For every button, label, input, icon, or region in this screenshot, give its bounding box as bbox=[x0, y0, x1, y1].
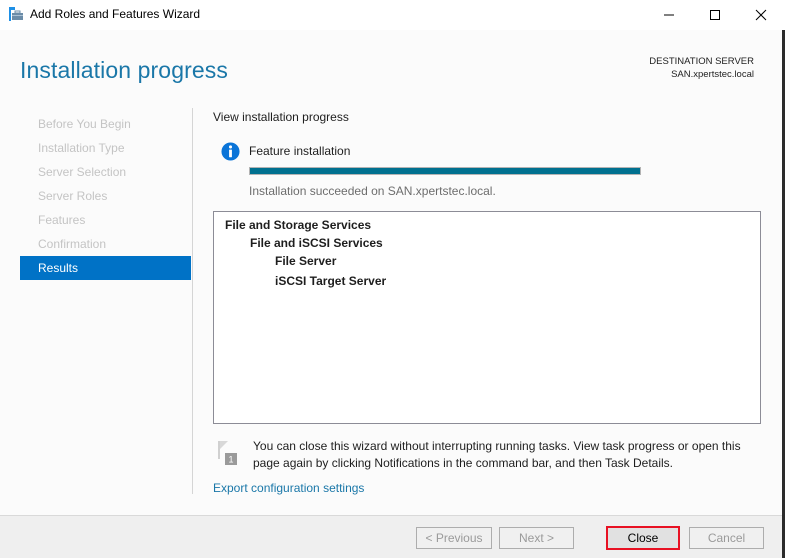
result-item: iSCSI Target Server bbox=[275, 274, 387, 288]
close-window-button[interactable] bbox=[738, 0, 784, 30]
nav-step-server-selection[interactable]: Server Selection bbox=[20, 160, 191, 184]
results-list: File and Storage Services File and iSCSI… bbox=[213, 211, 761, 424]
nav-step-installation-type[interactable]: Installation Type bbox=[20, 136, 191, 160]
wizard-footer: < Previous Next > Close Cancel bbox=[0, 515, 785, 558]
server-manager-icon bbox=[9, 7, 23, 21]
notice-text: You can close this wizard without interr… bbox=[253, 439, 741, 470]
page-title: Installation progress bbox=[20, 57, 228, 83]
minimize-button[interactable] bbox=[646, 0, 692, 30]
nav-step-confirmation[interactable]: Confirmation bbox=[20, 232, 191, 256]
nav-divider bbox=[192, 108, 193, 494]
nav-step-before-you-begin[interactable]: Before You Begin bbox=[20, 112, 191, 136]
wizard-steps-nav: Before You Begin Installation Type Serve… bbox=[20, 112, 191, 280]
window-title: Add Roles and Features Wizard bbox=[30, 7, 201, 21]
cancel-button[interactable]: Cancel bbox=[689, 527, 764, 549]
notification-flag-icon: 1 bbox=[218, 441, 237, 465]
installation-progress-bar bbox=[249, 167, 641, 175]
result-item: File and iSCSI Services bbox=[250, 236, 383, 250]
progress-fill bbox=[250, 168, 640, 174]
info-icon bbox=[221, 142, 240, 161]
destination-server-name: SAN.xpertstec.local bbox=[671, 69, 754, 80]
minimize-icon bbox=[664, 14, 674, 16]
nav-step-results[interactable]: Results bbox=[20, 256, 191, 280]
export-configuration-link[interactable]: Export configuration settings bbox=[213, 481, 364, 495]
section-label: View installation progress bbox=[213, 110, 349, 124]
destination-server-label: DESTINATION SERVER bbox=[649, 56, 754, 67]
close-button[interactable]: Close bbox=[606, 526, 680, 550]
next-button[interactable]: Next > bbox=[499, 527, 574, 549]
installation-status: Installation succeeded on SAN.xpertstec.… bbox=[249, 184, 496, 198]
feature-installation-label: Feature installation bbox=[249, 144, 351, 158]
maximize-icon bbox=[710, 10, 720, 20]
result-item: File and Storage Services bbox=[225, 218, 372, 232]
maximize-button[interactable] bbox=[692, 0, 738, 30]
nav-step-features[interactable]: Features bbox=[20, 208, 191, 232]
notification-badge: 1 bbox=[228, 455, 233, 465]
nav-step-server-roles[interactable]: Server Roles bbox=[20, 184, 191, 208]
previous-button[interactable]: < Previous bbox=[416, 527, 492, 549]
close-icon bbox=[755, 9, 767, 21]
result-item: File Server bbox=[275, 254, 337, 268]
wizard-body: Installation progress DESTINATION SERVER… bbox=[0, 30, 785, 515]
title-bar: Add Roles and Features Wizard bbox=[0, 0, 785, 30]
